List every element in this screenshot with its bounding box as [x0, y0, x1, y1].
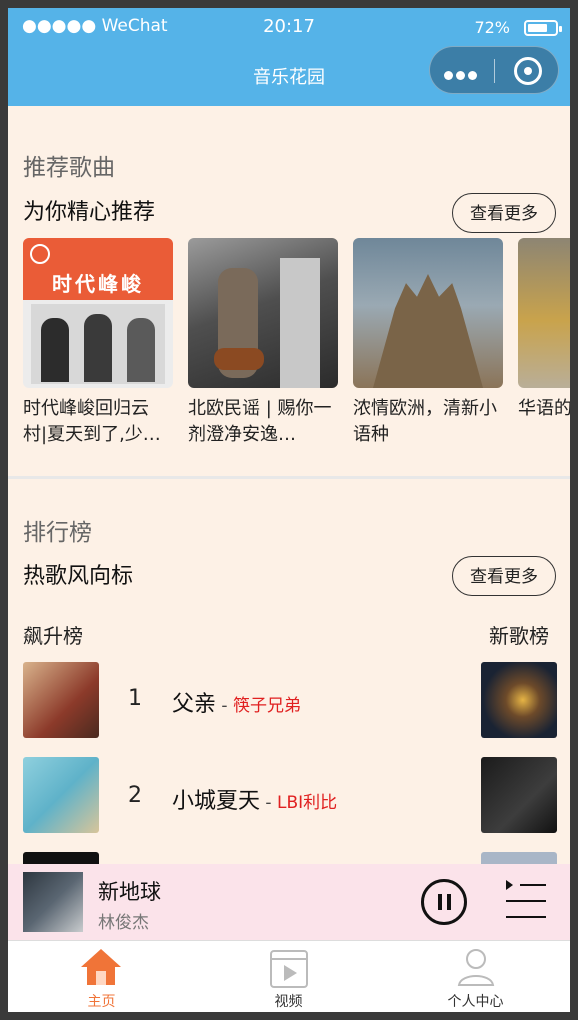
playlist-cover: 时代峰峻 [23, 238, 173, 388]
playlist-cover [353, 238, 503, 388]
new-song-thumbnail[interactable] [481, 662, 557, 738]
new-song-thumbnail[interactable] [481, 757, 557, 833]
recommend-more-button[interactable]: 查看更多 [452, 193, 556, 233]
more-options-icon[interactable] [444, 65, 484, 80]
playlist-title: 浓情欧洲，清新小语种 [353, 398, 497, 445]
pause-icon[interactable] [421, 879, 467, 925]
tab-label: 个人中心 [447, 994, 504, 1010]
main-content[interactable]: 推荐歌曲 为你精心推荐 查看更多 时代峰峻 时代峰峻回归云村|夏天到了,少… 北… [8, 106, 570, 864]
playlist-card[interactable]: 浓情欧洲，清新小语种 [353, 238, 503, 448]
tab-video[interactable]: 视频 [195, 941, 382, 1012]
charts-title: 排行榜 [23, 520, 92, 546]
now-playing-artist: 林俊杰 [98, 913, 149, 933]
new-song-thumbnail[interactable] [481, 852, 557, 864]
new-songs-chart-label: 新歌榜 [489, 624, 549, 648]
song-artist: LBI利比 [276, 793, 338, 813]
tab-home[interactable]: 主页 [8, 941, 195, 1012]
chart-row[interactable] [8, 852, 570, 864]
playlist-title: 时代峰峻回归云村|夏天到了,少… [23, 398, 161, 445]
chart-row[interactable]: 1 父亲 - 筷子兄弟 [8, 662, 570, 738]
cover-text: 时代峰峻 [52, 272, 144, 296]
song-info: 小城夏天 - LBI利比 [172, 789, 338, 814]
rising-chart-label: 飙升榜 [23, 624, 83, 648]
playlist-card[interactable]: 时代峰峻 时代峰峻回归云村|夏天到了,少… [23, 238, 173, 448]
chart-row[interactable]: 2 小城夏天 - LBI利比 [8, 757, 570, 833]
phone-screen: ●●●●● WeChat 20:17 72% 音乐花园 推荐歌曲 为你精心推荐 … [8, 8, 570, 1012]
play-marker-icon [506, 880, 513, 890]
playlist-icon[interactable] [506, 880, 548, 920]
section-divider [8, 476, 570, 479]
rank-number: 2 [128, 783, 142, 808]
song-thumbnail [23, 662, 99, 738]
tab-label: 主页 [87, 994, 116, 1010]
close-program-icon[interactable] [514, 57, 542, 85]
now-playing-cover [23, 872, 83, 932]
playlist-card[interactable]: 北欧民谣 | 赐你一剂澄净安逸… [188, 238, 338, 448]
mini-program-capsule [429, 46, 559, 94]
playlist-title: 北欧民谣 | 赐你一剂澄净安逸… [188, 398, 332, 445]
battery-percent: 72% [474, 18, 510, 37]
user-icon [457, 949, 495, 986]
netease-logo-icon [30, 244, 50, 264]
now-playing-title: 新地球 [98, 880, 161, 904]
battery-icon [524, 20, 562, 36]
recommend-subtitle: 为你精心推荐 [23, 200, 156, 225]
song-artist: 筷子兄弟 [232, 696, 301, 716]
capsule-divider [494, 59, 495, 83]
song-title: 父亲 [172, 692, 217, 717]
home-icon [81, 949, 121, 985]
header: ●●●●● WeChat 20:17 72% 音乐花园 [8, 8, 570, 106]
charts-subtitle: 热歌风向标 [23, 564, 134, 589]
video-icon [270, 950, 308, 988]
playlist-cover [188, 238, 338, 388]
playlist-card[interactable]: 华语的心 [518, 238, 570, 448]
mini-player[interactable]: 新地球 林俊杰 [8, 864, 570, 940]
song-info: 父亲 - 筷子兄弟 [172, 692, 301, 717]
status-bar: ●●●●● WeChat 20:17 72% [8, 14, 570, 40]
playlist-cover [518, 238, 570, 388]
rank-number: 1 [128, 686, 142, 711]
charts-more-button[interactable]: 查看更多 [452, 556, 556, 596]
battery-fill [528, 24, 547, 32]
recommend-title: 推荐歌曲 [23, 155, 115, 181]
tab-label: 视频 [274, 994, 303, 1010]
song-thumbnail [23, 757, 99, 833]
song-thumbnail [23, 852, 99, 864]
tab-bar: 主页 视频 个人中心 [8, 940, 570, 1012]
tab-profile[interactable]: 个人中心 [382, 941, 569, 1012]
song-title: 小城夏天 [172, 789, 261, 814]
playlist-title: 华语的心 [518, 398, 570, 419]
